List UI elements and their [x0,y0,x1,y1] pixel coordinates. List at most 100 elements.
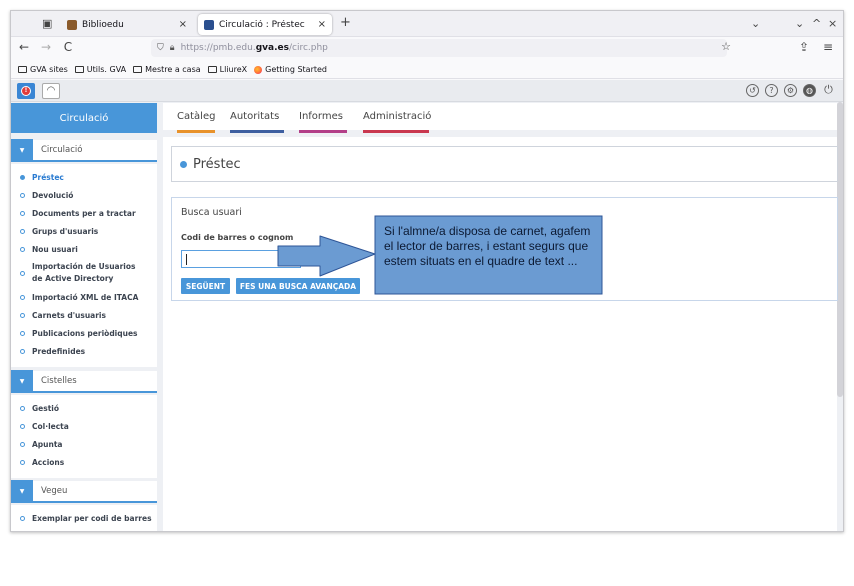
search-field-label: Codi de barres o cognom [181,233,294,242]
bullet-icon [20,405,25,411]
bullet-icon [20,210,25,216]
sidebar-item-label: Gestió [32,403,60,413]
list-tabs-icon[interactable]: ⌄ [751,17,760,30]
sidebar-item-predefinides[interactable]: Predefinides [11,342,157,360]
power-icon[interactable]: ⏻ [822,84,835,97]
book-icon [67,19,77,30]
firefox-icon [254,65,263,74]
folder-icon [133,66,143,73]
sidebar-item-label: Importació XML de ITACA [32,292,139,302]
section-header-vegeu[interactable]: ▼ Vegeu [11,480,157,503]
bullet-icon [20,294,25,300]
bookmark-star-icon[interactable]: ☆ [721,40,731,53]
bookmark-lliurex[interactable]: LliureX [207,65,248,74]
menu-icon[interactable]: ≡ [821,40,835,54]
page-content: ! ◠ ↺ ? ⚙ ◍ ⏻ Circulació ▼ Circulació Pr… [11,80,843,531]
globe-icon[interactable]: ◍ [803,84,816,97]
close-icon[interactable]: × [179,19,187,30]
collapse-toggle-icon[interactable]: ▼ [11,139,33,161]
section-header-label: Vegeu [41,486,68,496]
bookmark-utils-gva[interactable]: Utils. GVA [74,65,126,74]
tab-administracio[interactable]: Administració [363,111,431,133]
history-icon[interactable]: ↺ [746,84,759,97]
search-heading: Busca usuari [181,207,242,218]
bullet-icon [20,515,25,521]
barcode-search-input[interactable] [181,250,301,268]
new-tab-button[interactable]: + [340,15,351,30]
sidebar-title: Circulació [11,103,157,133]
back-button[interactable]: ← [17,40,31,54]
bullet-icon [20,246,25,252]
bookmark-getting-started[interactable]: Getting Started [254,65,327,74]
bookmark-mestre-a-casa[interactable]: Mestre a casa [133,65,201,74]
share-icon[interactable]: ⇪ [797,40,811,54]
module-tabs: Catàleg Autoritats Informes Administraci… [163,103,837,137]
sidebar-item-label: Predefinides [32,346,86,356]
tab-autoritats[interactable]: Autoritats [230,111,284,133]
bullet-icon [180,160,187,168]
window-close-icon[interactable]: × [828,17,837,30]
sidebar-item-prestec[interactable]: Préstec [11,168,157,186]
sidebar-item-label: Col·lecta [32,421,69,431]
sidebar-item-publicacions[interactable]: Publicacions periòdiques [11,324,157,342]
tab-title: Circulació : Préstec [219,19,305,30]
browser-tab-circulacio[interactable]: Circulació : Préstec × [198,14,332,35]
tab-cataleg[interactable]: Catàleg [177,111,215,133]
tab-overview-icon[interactable]: ▣ [42,17,52,30]
minimize-icon[interactable]: ⌄ [795,17,804,30]
bookmark-label: Getting Started [265,65,328,74]
page-title-panel: Préstec [171,146,838,182]
url-bar[interactable]: ⛉ 🔒︎ https://pmb.edu. gva.es/circ.php ☆ [151,39,731,57]
next-button[interactable]: SEGÜENT [181,278,230,294]
sidebar-item-grups[interactable]: Grups d'usuaris [11,222,157,240]
sidebar-item-carnets[interactable]: Carnets d'usuaris [11,306,157,324]
reload-button[interactable]: C [61,40,75,54]
bullet-icon [20,228,25,234]
sidebar-item-apunta[interactable]: Apunta [11,435,157,453]
folder-icon [18,66,27,73]
shield-icon[interactable]: ⛉ [157,43,164,53]
bookmark-gva-sites[interactable]: GVA sites [18,65,68,74]
gear-icon[interactable]: ⚙ [784,84,797,97]
bullet-icon [20,423,25,429]
sidebar-item-importacio-itaca[interactable]: Importació XML de ITACA [11,288,157,306]
sidebar-item-label: Nou usuari [32,244,78,254]
sidebar-item-label: Publicacions periòdiques [32,328,138,338]
forward-button[interactable]: → [39,40,53,54]
section-header-circulacio[interactable]: ▼ Circulació [11,139,157,162]
alert-button[interactable]: ! [17,83,35,99]
sidebar-item-documents[interactable]: Documents per a tractar [11,204,157,222]
collapse-toggle-icon[interactable]: ▼ [11,370,33,392]
sidebar-item-label: Importación de Usuarios de Active Direct… [32,262,136,283]
callout-text: Si l'almne/a disposa de carnet, agafem e… [384,224,591,268]
help-icon[interactable]: ? [765,84,778,97]
sidebar-item-nou-usuari[interactable]: Nou usuari [11,240,157,258]
section-header-label: Circulació [41,145,83,155]
tab-strip: ▣ Biblioedu × Circulació : Préstec × + ⌄… [11,11,843,37]
sidebar-item-importacion-ad[interactable]: Importación de Usuarios de Active Direct… [11,258,157,288]
navigation-bar: ← → C ⛉ 🔒︎ https://pmb.edu. gva.es/circ.p… [11,37,843,59]
lock-icon[interactable]: 🔒︎ [170,43,175,53]
sidebar-item-label: Accions [32,457,65,467]
bookmark-label: GVA sites [30,65,68,74]
sidebar-item-gestio[interactable]: Gestió [11,399,157,417]
sidebar-item-collecta[interactable]: Col·lecta [11,417,157,435]
browser-tab-biblioedu[interactable]: Biblioedu × [61,14,193,35]
sidebar-item-label: Devolució [32,190,74,200]
collapse-toggle-icon[interactable]: ▼ [11,480,33,502]
bookmark-label: Mestre a casa [145,65,201,74]
bookmark-label: LliureX [219,65,248,74]
section-header-cistelles[interactable]: ▼ Cistelles [11,370,157,393]
url-domain: gva.es [255,43,289,53]
maximize-icon[interactable]: ^ [812,17,821,30]
close-icon[interactable]: × [318,19,326,30]
pmb-logo-icon [204,19,214,30]
tab-informes[interactable]: Informes [299,111,347,133]
sidebar-item-accions[interactable]: Accions [11,453,157,471]
sidebar-item-exemplar[interactable]: Exemplar per codi de barres [11,509,157,527]
sidebar-item-devolucio[interactable]: Devolució [11,186,157,204]
tab-title: Biblioedu [82,19,124,30]
advanced-search-button[interactable]: FES UNA BUSCA AVANÇADA [236,278,360,294]
dashboard-button[interactable]: ◠ [42,83,60,99]
section-list-circulacio: Préstec Devolució Documents per a tracta… [11,164,157,367]
